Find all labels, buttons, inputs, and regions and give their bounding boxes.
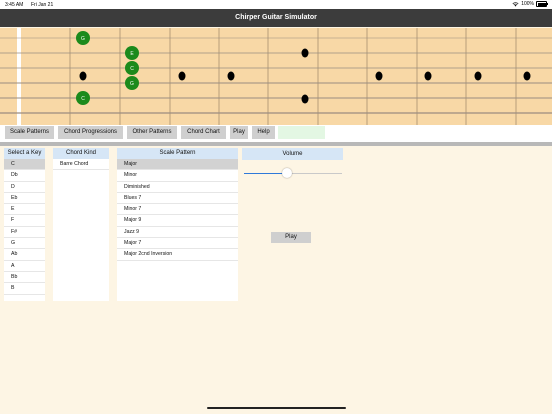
divider: [0, 142, 552, 146]
key_panel-item[interactable]: E: [4, 204, 45, 216]
play-button[interactable]: Play: [271, 232, 311, 243]
note-label: G: [81, 36, 85, 42]
volume-label: Volume: [242, 148, 343, 160]
scale-panel-header: Scale Pattern: [117, 148, 238, 159]
scale-patterns-button[interactable]: Scale Patterns: [5, 126, 54, 139]
fret-inlay-dot: [178, 71, 186, 81]
scale_panel-item[interactable]: Major: [117, 159, 238, 171]
note-label: C: [81, 96, 85, 102]
key_panel-item[interactable]: C: [4, 159, 45, 171]
key_panel-item[interactable]: F: [4, 215, 45, 227]
nav-bar: Chirper Guitar Simulator: [0, 9, 552, 27]
fretboard[interactable]: GECGC: [0, 28, 552, 125]
key-panel: Select a Key C Db D Eb E F F# G Ab A Bb B: [4, 148, 45, 301]
status-right: 100%: [512, 1, 548, 7]
status-time: 3:45 AM: [5, 2, 24, 8]
key_panel-item[interactable]: Eb: [4, 193, 45, 205]
key-list: C Db D Eb E F F# G Ab A Bb B: [4, 159, 45, 295]
chord_panel-item[interactable]: Barre Chord: [53, 159, 109, 171]
key_panel-item[interactable]: B: [4, 283, 45, 295]
scale_panel-item[interactable]: Major 2cnd Inversion: [117, 249, 238, 261]
scale_panel-item[interactable]: Blues 7: [117, 193, 238, 205]
scale_panel-item[interactable]: Jazz 9: [117, 227, 238, 239]
key_panel-item[interactable]: Db: [4, 170, 45, 182]
chord-progressions-button[interactable]: Chord Progressions: [58, 126, 123, 139]
scale_panel-item[interactable]: Diminished: [117, 182, 238, 193]
volume-fill: [244, 173, 288, 175]
fret-inlay-dot: [79, 71, 87, 81]
note-label: G: [130, 81, 134, 87]
scale-panel: Scale Pattern Major Minor Diminished Blues …: [117, 148, 238, 301]
volume-thumb[interactable]: [282, 168, 293, 178]
chord-panel-header: Chord Kind: [53, 148, 109, 159]
key_panel-item[interactable]: Bb: [4, 272, 45, 284]
status-bar: 3:45 AM Fri Jan 21 100%: [0, 0, 552, 9]
chord-chart-button[interactable]: Chord Chart: [181, 126, 226, 139]
volume-slider[interactable]: [244, 168, 342, 178]
key_panel-item[interactable]: G: [4, 238, 45, 250]
key_panel-item[interactable]: A: [4, 261, 45, 272]
status-date: Fri Jan 21: [31, 2, 54, 8]
note-marker[interactable]: C: [76, 91, 90, 105]
toolbar: Scale Patterns Chord Progressions Other …: [0, 125, 552, 142]
wifi-icon: [512, 1, 519, 6]
note-marker[interactable]: G: [125, 76, 139, 90]
fret-inlay-dot: [523, 71, 531, 81]
home-indicator: [207, 407, 346, 409]
chord-panel: Chord Kind Barre Chord: [53, 148, 109, 301]
note-label: C: [130, 66, 134, 72]
other-patterns-button[interactable]: Other Patterns: [127, 126, 177, 139]
fret-inlay-dot: [474, 71, 482, 81]
note-marker[interactable]: G: [76, 31, 90, 45]
nut: [17, 28, 21, 125]
status-field: [278, 126, 325, 139]
app-title: Chirper Guitar Simulator: [235, 14, 317, 21]
key_panel-item[interactable]: F#: [4, 227, 45, 239]
fretboard-canvas[interactable]: GECGC: [0, 28, 552, 125]
key-panel-header: Select a Key: [4, 148, 45, 159]
fret-inlay-dot: [227, 71, 235, 81]
help-button[interactable]: Help: [252, 126, 275, 139]
fret-inlay-dot: [301, 94, 309, 104]
key_panel-item[interactable]: D: [4, 182, 45, 193]
scale_panel-item[interactable]: Major 9: [117, 215, 238, 227]
scale-list: Major Minor Diminished Blues 7 Minor 7 Major …: [117, 159, 238, 261]
fret-inlay-dot: [375, 71, 383, 81]
battery-percent: 100%: [521, 1, 534, 7]
play-toolbar-button[interactable]: Play: [230, 126, 248, 139]
fret-inlay-dot: [301, 48, 309, 58]
battery-icon: [536, 1, 548, 7]
key_panel-item[interactable]: Ab: [4, 249, 45, 261]
scale_panel-item[interactable]: Minor: [117, 170, 238, 182]
scale_panel-item[interactable]: Minor 7: [117, 204, 238, 216]
fret-inlay-dot: [424, 71, 432, 81]
note-marker[interactable]: C: [125, 61, 139, 75]
chord-list: Barre Chord: [53, 159, 109, 171]
note-marker[interactable]: E: [125, 46, 139, 60]
scale_panel-item[interactable]: Major 7: [117, 238, 238, 250]
